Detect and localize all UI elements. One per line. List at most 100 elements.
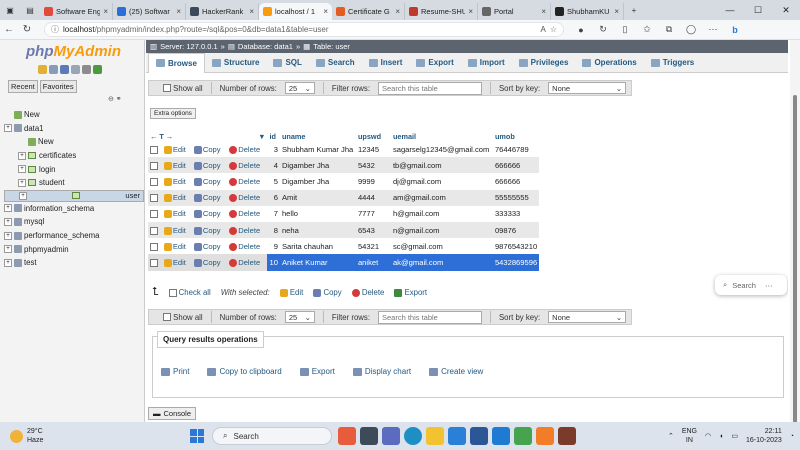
app-icon-taskview[interactable] — [360, 427, 378, 445]
row-edit-button[interactable]: Edit — [161, 238, 192, 255]
col-header-upswd[interactable]: upswd — [355, 132, 391, 141]
cell-umob[interactable]: 9876543210 — [492, 238, 540, 255]
expand-icon[interactable]: + — [4, 204, 12, 213]
tree-table-item[interactable]: + certificates — [4, 149, 144, 163]
expand-icon[interactable]: + — [4, 231, 12, 240]
row-copy-button[interactable]: Copy — [191, 205, 228, 222]
start-button[interactable] — [190, 429, 204, 443]
table-row[interactable]: Edit Copy Delete 4 Digamber Jha 5432 tb@gmail.… — [148, 157, 540, 174]
row-edit-button[interactable]: Edit — [161, 221, 192, 239]
tab-close-icon[interactable]: × — [176, 7, 181, 16]
tree-table-item[interactable]: + login — [4, 162, 144, 176]
row-checkbox[interactable] — [150, 226, 158, 235]
row-delete-button[interactable]: Delete — [227, 189, 268, 206]
copy-to-clipboard-button[interactable]: Copy to clipboard — [207, 367, 282, 376]
tab-close-icon[interactable]: × — [323, 7, 328, 16]
tab-privileges[interactable]: Privileges — [512, 53, 576, 73]
tab-actions-icon[interactable]: ▤ — [20, 0, 40, 20]
cell-uemail[interactable]: dj@gmail.com — [390, 173, 493, 190]
tree-database-item[interactable]: New — [4, 108, 144, 122]
tab-sql[interactable]: SQL — [266, 53, 308, 73]
cell-uname[interactable]: Shubham Kumar Jha — [279, 141, 356, 158]
expand-icon[interactable]: + — [4, 124, 12, 133]
row-checkbox[interactable] — [150, 145, 158, 154]
row-copy-button[interactable]: Copy — [191, 254, 228, 271]
settings-gear-icon[interactable] — [82, 65, 91, 74]
taskbar-search[interactable]: ⌕ Search — [212, 427, 332, 445]
app-icon-greenapp[interactable] — [514, 427, 532, 445]
cell-uemail[interactable]: sc@gmail.com — [390, 238, 493, 255]
docs-icon[interactable] — [71, 65, 80, 74]
cell-upswd[interactable]: 7777 — [355, 205, 391, 222]
cell-uemail[interactable]: h@gmail.com — [390, 205, 493, 222]
expand-icon[interactable]: + — [4, 245, 12, 254]
row-checkbox[interactable] — [150, 242, 158, 251]
cell-umob[interactable]: 333333 — [492, 205, 540, 222]
app-icon-xampp[interactable] — [536, 427, 554, 445]
cell-upswd[interactable]: 54321 — [355, 238, 391, 255]
browser-tab[interactable]: Certificate G × — [332, 3, 405, 20]
filter-input[interactable]: Search this table — [377, 81, 482, 95]
collapse-link-icon[interactable]: ⊖ ⚭ — [108, 95, 122, 103]
row-delete-button[interactable]: Delete — [227, 221, 268, 239]
clock[interactable]: 22:11 16-10-2023 — [746, 427, 782, 445]
more-options-icon[interactable]: ⋯ — [765, 281, 773, 290]
rows-select[interactable]: 25 ⌄ — [284, 82, 315, 94]
tab-close-icon[interactable]: × — [614, 7, 619, 16]
app-icon-widgets[interactable] — [338, 427, 356, 445]
expand-icon[interactable]: + — [18, 178, 26, 187]
row-edit-button[interactable]: Edit — [161, 157, 192, 174]
tab-browse[interactable]: Browse — [148, 52, 205, 73]
info-icon[interactable]: ⓘ — [51, 24, 59, 35]
breadcrumb-table[interactable]: Table: user — [313, 42, 350, 51]
bulk-export-button[interactable]: Export — [394, 288, 427, 297]
row-checkbox[interactable] — [150, 210, 158, 219]
copilot-icon[interactable]: b — [724, 25, 746, 35]
cell-id[interactable]: 8 — [267, 221, 280, 239]
maximize-button[interactable]: ☐ — [744, 5, 772, 16]
expand-icon[interactable]: + — [18, 165, 26, 174]
row-delete-button[interactable]: Delete — [227, 238, 268, 255]
cell-id[interactable]: 7 — [267, 205, 280, 222]
cell-uemail[interactable]: am@gmail.com — [390, 189, 493, 206]
tree-table-item[interactable]: + user — [4, 189, 144, 202]
favorites-tab[interactable]: Favorites — [39, 80, 77, 93]
tree-table-item[interactable]: New — [4, 135, 144, 149]
col-header-umob[interactable]: umob — [492, 132, 540, 141]
row-edit-button[interactable]: Edit — [161, 205, 192, 222]
tree-database-item[interactable]: + performance_schema — [4, 229, 144, 243]
row-edit-button[interactable]: Edit — [161, 173, 192, 190]
new-tab-button[interactable]: + — [624, 0, 644, 20]
split-screen-icon[interactable]: ▯ — [614, 24, 636, 35]
table-row[interactable]: Edit Copy Delete 3 Shubham Kumar Jha 12345 sag… — [148, 141, 540, 158]
breadcrumb-database[interactable]: Database: data1 — [238, 42, 293, 51]
favorites-icon[interactable]: ✩ — [636, 24, 658, 35]
expand-icon[interactable]: + — [19, 191, 27, 200]
back-button[interactable]: ← — [0, 24, 18, 35]
cell-umob[interactable]: 666666 — [492, 173, 540, 190]
table-row[interactable]: Edit Copy Delete 5 Digamber Jha 9999 dj@gmail.… — [148, 173, 540, 190]
read-aloud-icon[interactable]: A — [540, 25, 545, 34]
row-edit-button[interactable]: Edit — [161, 141, 192, 158]
tab-insert[interactable]: Insert — [362, 53, 410, 73]
col-header-uemail[interactable]: uemail — [390, 132, 493, 141]
row-copy-button[interactable]: Copy — [191, 221, 228, 239]
scrollbar-thumb[interactable] — [793, 95, 797, 445]
export-button[interactable]: Export — [299, 367, 335, 376]
table-row[interactable]: Edit Copy Delete 9 Sarita chauhan 54321 sc@gma… — [148, 238, 540, 255]
cell-umob[interactable]: 76446789 — [492, 141, 540, 158]
app-icon-teams[interactable] — [382, 427, 400, 445]
row-edit-button[interactable]: Edit — [161, 254, 192, 271]
tab-close-icon[interactable]: × — [541, 7, 546, 16]
tree-database-item[interactable]: + information_schema — [4, 202, 144, 216]
column-controls[interactable]: ← T → ▼ — [148, 132, 268, 141]
cell-uname[interactable]: neha — [279, 221, 356, 239]
row-checkbox[interactable] — [150, 194, 158, 203]
tree-database-item[interactable]: + phpmyadmin — [4, 242, 144, 256]
print-button[interactable]: Print — [161, 367, 189, 376]
cell-uname[interactable]: hello — [279, 205, 356, 222]
favorite-star-icon[interactable]: ☆ — [550, 25, 557, 34]
cell-upswd[interactable]: 6543 — [355, 221, 391, 239]
table-row[interactable]: Edit Copy Delete 7 hello 7777 h@gmail.com 33333… — [148, 205, 540, 222]
bulk-edit-button[interactable]: Edit — [279, 288, 303, 297]
